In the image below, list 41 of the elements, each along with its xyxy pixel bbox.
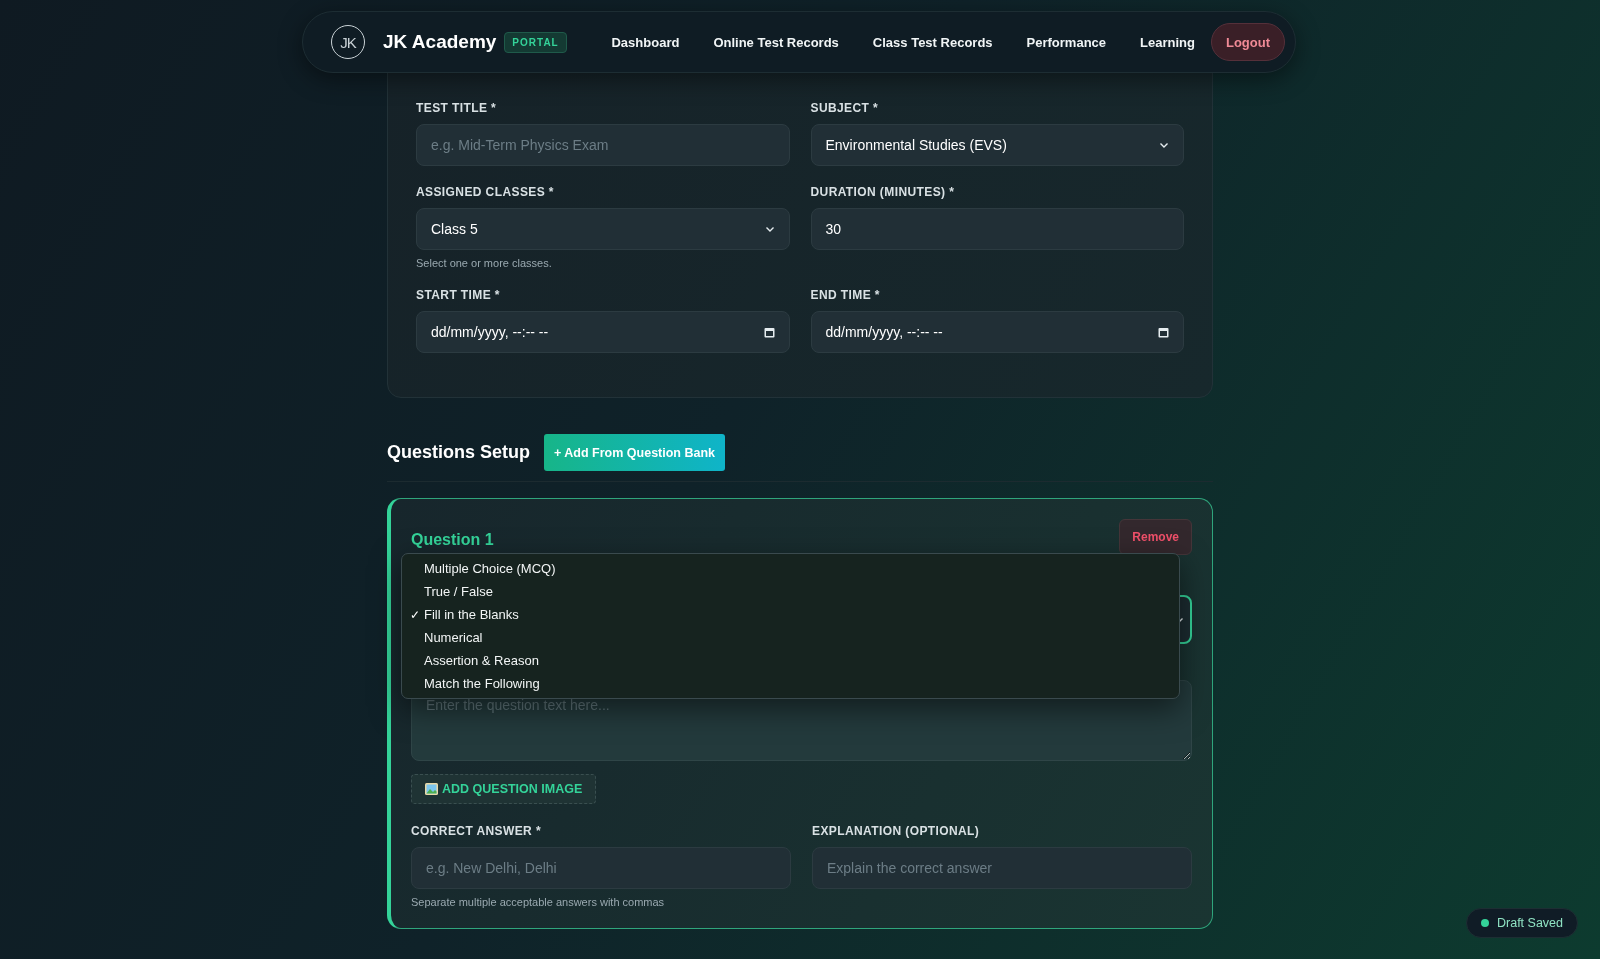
remove-button[interactable]: Remove: [1119, 519, 1192, 555]
menu-option[interactable]: Assertion & Reason: [402, 649, 1179, 672]
menu-option[interactable]: Numerical: [402, 626, 1179, 649]
picture-icon: [425, 783, 438, 795]
nav-link[interactable]: Learning: [1140, 34, 1195, 50]
input-field[interactable]: 30: [810, 208, 1184, 250]
menu-option[interactable]: True / False: [402, 580, 1179, 603]
section-title: Questions Setup: [387, 442, 530, 463]
nav-link[interactable]: Performance: [1026, 34, 1107, 50]
datetime-field[interactable]: dd/mm/yyyy, --:-- --: [416, 311, 790, 353]
add-image-button[interactable]: ADD QUESTION IMAGE: [411, 774, 597, 804]
portal-badge: PORTAL: [504, 31, 567, 53]
nav-link[interactable]: Dashboard: [611, 34, 680, 50]
menu-option[interactable]: Multiple Choice (MCQ): [402, 557, 1179, 580]
calendar-icon[interactable]: [1158, 326, 1169, 338]
nav-link[interactable]: Class Test Records: [872, 34, 993, 50]
help-text: Select one or more classes.: [416, 257, 553, 269]
input-field[interactable]: e.g. Mid-Term Physics Exam: [416, 124, 790, 166]
brand-name: JK Academy: [383, 31, 497, 53]
status-text: Draft Saved: [1497, 916, 1563, 930]
field-label: START TIME *: [416, 288, 501, 302]
help-text: Separate multiple acceptable answers with commas: [411, 896, 666, 908]
input-field[interactable]: e.g. New Delhi, Delhi: [411, 847, 791, 889]
field-label: DURATION (MINUTES) *: [810, 185, 956, 199]
select-field[interactable]: Class 5: [416, 208, 790, 250]
check-icon: ✓: [410, 607, 424, 622]
nav-link[interactable]: Online Test Records: [713, 34, 839, 50]
field-label: CORRECT ANSWER *: [411, 824, 542, 838]
field-label: SUBJECT *: [810, 101, 880, 115]
question-title: Question 1: [411, 531, 494, 549]
status-dot: [1481, 919, 1489, 927]
logout-button[interactable]: Logout: [1210, 23, 1285, 61]
field-label: ASSIGNED CLASSES *: [416, 185, 555, 199]
calendar-icon[interactable]: [763, 326, 775, 338]
input-field[interactable]: Explain the correct answer: [812, 847, 1192, 889]
field-label: END TIME *: [810, 288, 881, 302]
datetime-field[interactable]: dd/mm/yyyy, --:-- --: [810, 311, 1184, 353]
menu-option[interactable]: ✓ Fill in the Blanks: [402, 603, 1179, 626]
field-label: TEST TITLE *: [416, 101, 498, 115]
field-label: EXPLANATION (OPTIONAL): [812, 824, 981, 838]
select-field[interactable]: Environmental Studies (EVS): [810, 124, 1184, 166]
